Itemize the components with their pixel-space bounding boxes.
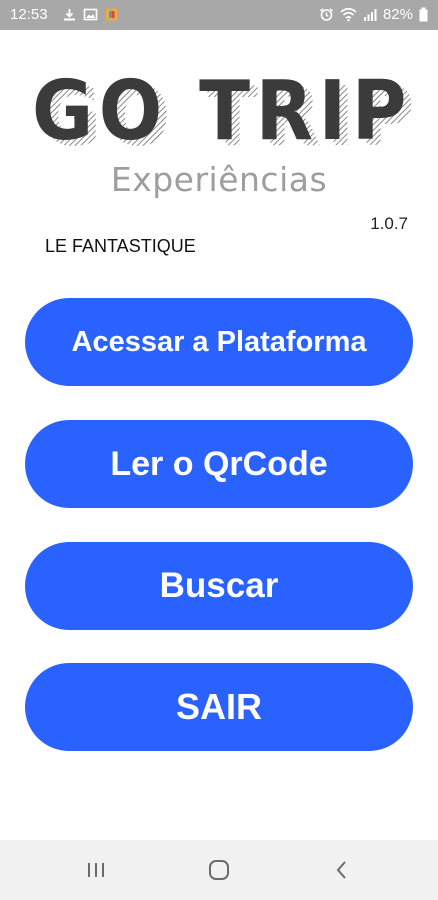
logo-title: GO TRIP (32, 70, 412, 159)
app-version: 1.0.7 (370, 214, 408, 233)
battery-icon (419, 7, 428, 22)
search-button[interactable]: Buscar (25, 542, 413, 630)
navigation-bar (0, 840, 438, 900)
app-notification-icon (106, 8, 117, 21)
exit-button[interactable]: SAIR (25, 663, 413, 751)
logo-subtitle: Experiências (110, 160, 328, 199)
battery-percentage: 82% (382, 6, 413, 23)
status-right: 82% (319, 6, 428, 23)
signal-icon (363, 9, 377, 21)
company-name: LE FANTASTIQUE (45, 236, 196, 256)
read-qrcode-button[interactable]: Ler o QrCode (25, 420, 413, 508)
download-icon (64, 9, 75, 21)
alarm-icon (319, 8, 333, 21)
access-platform-button[interactable]: Acessar a Plataforma (25, 298, 413, 386)
wifi-icon (340, 7, 357, 22)
home-button[interactable] (189, 850, 249, 890)
status-notification-icons (62, 7, 119, 22)
back-icon (336, 861, 346, 879)
image-icon (83, 8, 98, 21)
recents-button[interactable] (66, 850, 126, 890)
go-trip-logo: GO TRIP GO TRIP (32, 70, 414, 160)
status-time: 12:53 (10, 6, 48, 23)
recents-icon (88, 863, 104, 877)
back-button[interactable] (312, 850, 372, 890)
status-bar: 12:53 82% (0, 0, 438, 30)
home-icon (209, 860, 229, 880)
